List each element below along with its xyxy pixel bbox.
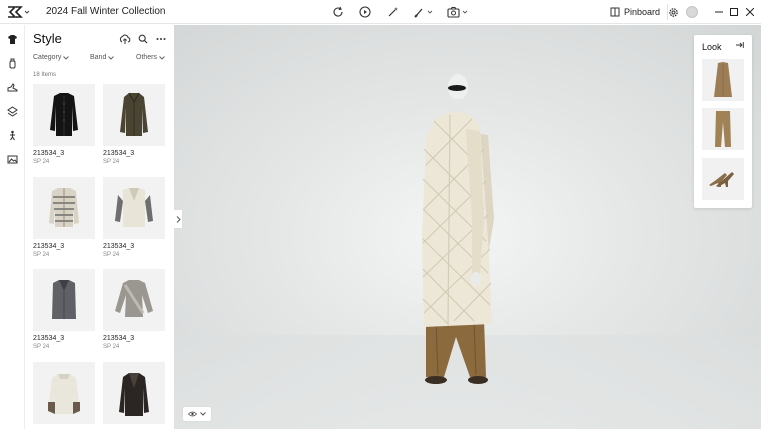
style-card[interactable]: 213534_3 SP 24 — [103, 269, 165, 350]
layers-icon[interactable] — [5, 104, 20, 119]
document-title: 2024 Fall Winter Collection — [46, 6, 166, 17]
settings-icon[interactable] — [667, 4, 679, 20]
style-code: 213534_3 — [33, 243, 65, 250]
style-season: SP 24 — [33, 159, 50, 165]
filter-band[interactable]: Band — [90, 54, 115, 61]
chevron-down-icon — [63, 55, 70, 60]
magic-wand-icon[interactable] — [386, 4, 400, 20]
style-card[interactable] — [33, 362, 95, 424]
filter-category-label: Category — [33, 54, 62, 61]
garment-thumbnail — [33, 269, 95, 331]
avatar-model — [422, 74, 494, 384]
style-code: 213534_3 — [33, 335, 65, 342]
look-title: Look — [702, 42, 722, 52]
pinboard-button[interactable]: Pinboard — [606, 4, 669, 20]
look-item-heels[interactable] — [702, 158, 744, 200]
chevron-down-icon — [108, 55, 115, 60]
garment-thumbnail — [33, 84, 95, 146]
style-season: SP 24 — [33, 252, 50, 258]
camera-dropdown[interactable] — [447, 4, 469, 20]
upload-icon[interactable] — [119, 33, 131, 45]
style-season: SP 24 — [33, 344, 50, 350]
garment-thumbnail — [33, 362, 95, 424]
look-panel: Look — [694, 35, 752, 208]
chevron-down-icon — [159, 55, 165, 60]
search-icon[interactable] — [137, 33, 149, 45]
style-card[interactable]: 213534_3 SP 24 — [33, 177, 95, 258]
image-icon[interactable] — [5, 152, 20, 167]
garment-thumbnail — [103, 362, 165, 424]
play-icon[interactable] — [358, 4, 372, 20]
expand-look-icon[interactable] — [735, 41, 744, 51]
item-count: 18 Items — [33, 72, 57, 78]
chevron-down-icon — [200, 412, 206, 416]
shirt-icon[interactable] — [5, 32, 20, 47]
eye-icon — [188, 411, 197, 417]
style-card[interactable] — [103, 362, 165, 424]
style-panel: Style Category Band Others 18 Items 2135… — [25, 25, 174, 429]
style-code: 213534_3 — [33, 150, 65, 157]
figure-icon[interactable] — [5, 128, 20, 143]
3d-viewport[interactable] — [174, 25, 761, 429]
style-card[interactable]: 213534_3 SP 24 — [33, 84, 95, 165]
garment-thumbnail — [103, 269, 165, 331]
close-button[interactable] — [743, 4, 757, 20]
style-code: 213534_3 — [103, 150, 135, 157]
style-card[interactable]: 213534_3 SP 24 — [33, 269, 95, 350]
collapse-panel-button[interactable] — [174, 209, 183, 229]
chevron-right-icon — [176, 215, 181, 223]
filter-band-label: Band — [90, 54, 107, 61]
app-logo-menu[interactable] — [6, 4, 32, 20]
bottle-icon[interactable] — [5, 56, 20, 71]
filter-others-label: Others — [136, 54, 158, 61]
refresh-icon[interactable] — [331, 4, 345, 20]
garment-thumbnail — [103, 84, 165, 146]
style-season: SP 24 — [103, 344, 120, 350]
pinboard-icon — [610, 7, 620, 17]
shoe-icon[interactable] — [5, 80, 20, 95]
look-item-coat[interactable] — [702, 59, 744, 101]
logo-icon — [8, 6, 30, 18]
style-card[interactable]: 213534_3 SP 24 — [103, 84, 165, 165]
garment-thumbnail — [103, 177, 165, 239]
filter-others[interactable]: Others — [136, 54, 165, 61]
user-avatar[interactable] — [686, 6, 698, 18]
garment-thumbnail — [33, 177, 95, 239]
filter-category[interactable]: Category — [33, 54, 70, 61]
style-season: SP 24 — [103, 159, 120, 165]
view-mode-dropdown[interactable] — [182, 406, 212, 422]
title-bar: 2024 Fall Winter Collection Pinboard — [0, 0, 761, 24]
pinboard-label: Pinboard — [624, 7, 661, 17]
maximize-button[interactable] — [727, 4, 741, 20]
style-code: 213534_3 — [103, 335, 135, 342]
style-code: 213534_3 — [103, 243, 135, 250]
panel-title: Style — [33, 31, 62, 46]
look-item-trousers[interactable] — [702, 108, 744, 150]
minimize-button[interactable] — [712, 4, 726, 20]
style-card[interactable]: 213534_3 SP 24 — [103, 177, 165, 258]
tool-rail — [0, 25, 25, 429]
brush-tool-dropdown[interactable] — [414, 4, 434, 20]
more-options-icon[interactable] — [155, 33, 167, 45]
style-season: SP 24 — [103, 252, 120, 258]
